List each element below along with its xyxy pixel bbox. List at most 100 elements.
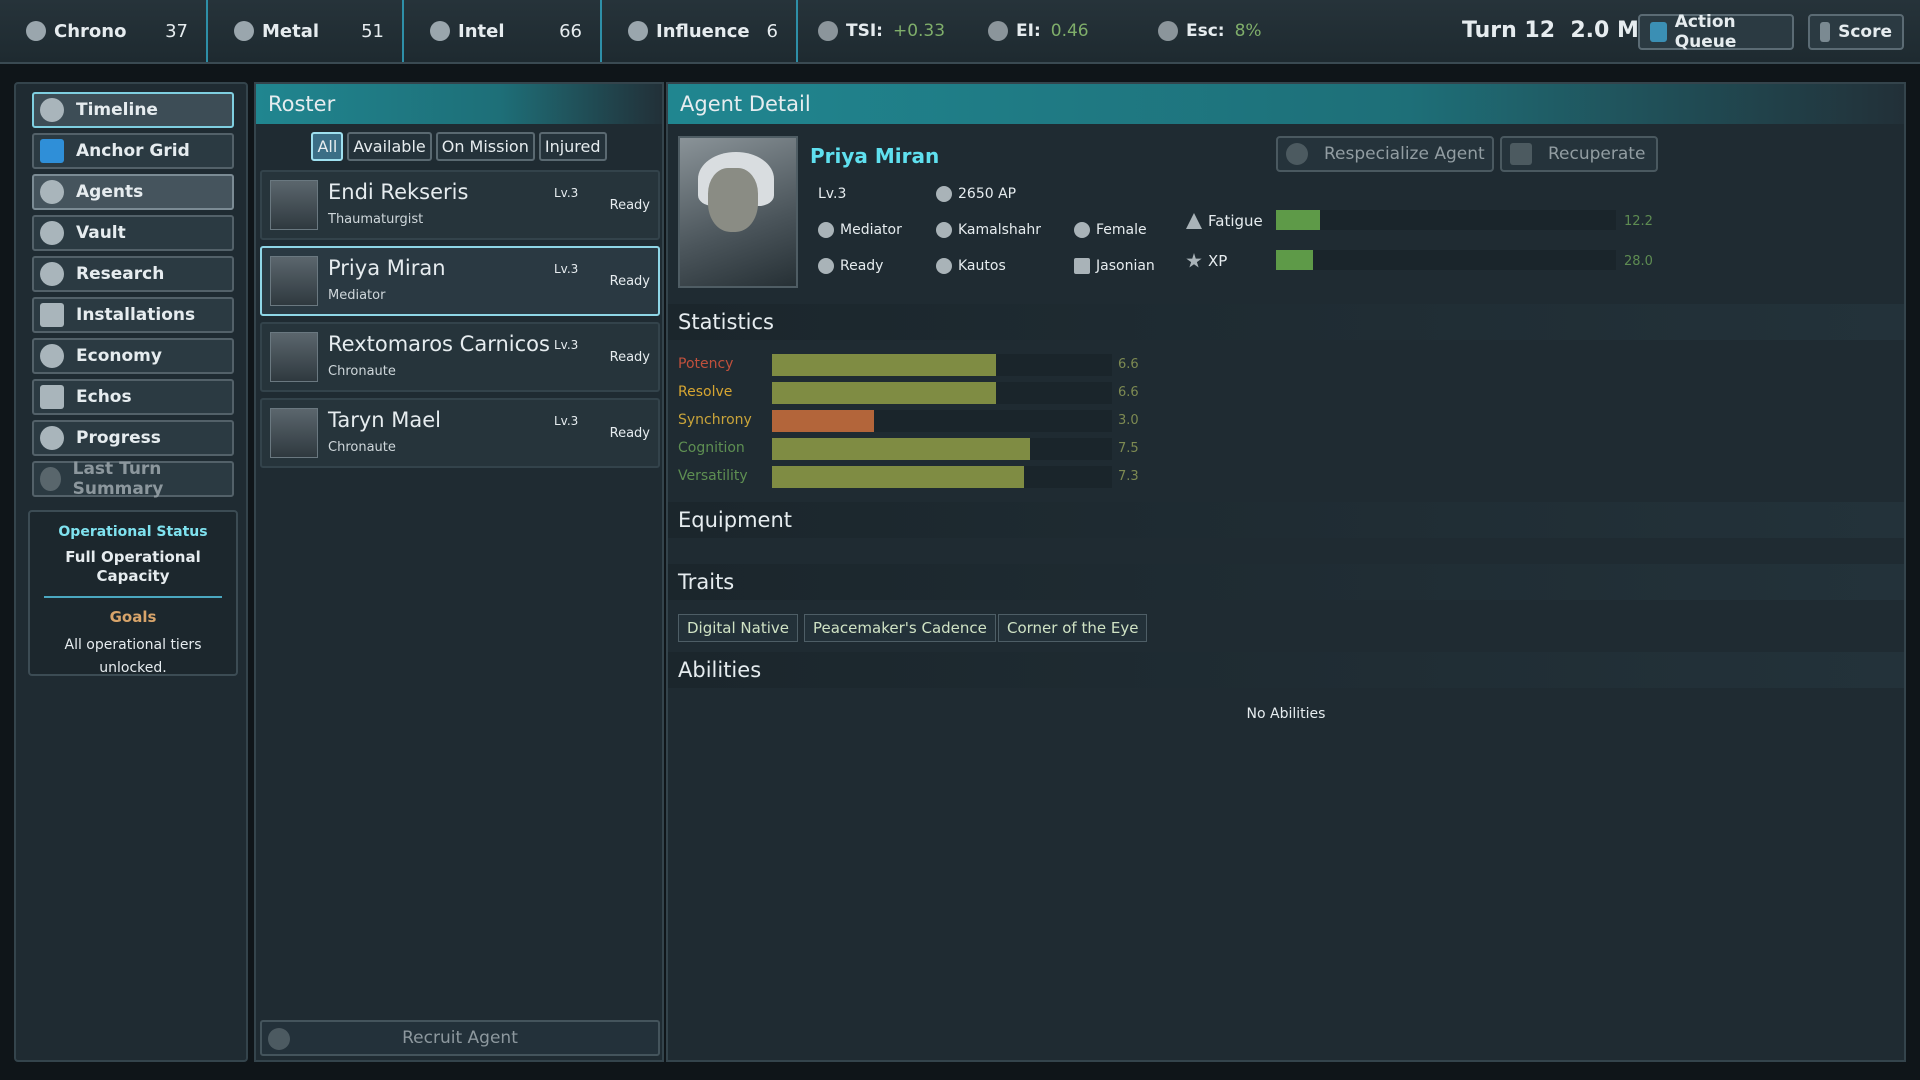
agent-name: Endi Rekseris <box>328 180 469 204</box>
resource-chrono: Chrono 37 <box>0 0 208 62</box>
action-queue-button[interactable]: Action Queue <box>1638 12 1794 52</box>
stat-esc: Esc: 8% <box>1158 21 1308 41</box>
star-icon <box>1186 253 1202 268</box>
filter-injured[interactable]: Injured <box>538 132 607 161</box>
clock-icon <box>1158 21 1178 41</box>
agent-status: Ready <box>609 274 650 289</box>
gender-icon <box>1074 222 1090 238</box>
trait-digital-native[interactable]: Digital Native <box>678 614 798 642</box>
stat-value: 3.0 <box>1118 413 1139 428</box>
agent-portrait <box>270 180 318 230</box>
no-abilities-text: No Abilities <box>1246 706 1326 722</box>
agent-card-priya[interactable]: Priya Miran Mediator Lv.3 Ready <box>260 246 660 316</box>
resource-metal: Metal 51 <box>208 0 404 62</box>
agent-home: Kautos <box>936 258 1006 274</box>
filter-on-mission[interactable]: On Mission <box>435 132 535 161</box>
stat-bar <box>772 438 1112 460</box>
hourglass-icon <box>818 258 834 274</box>
warning-icon <box>1186 213 1202 229</box>
nav-vault[interactable]: Vault <box>32 215 234 251</box>
nav-agents[interactable]: Agents <box>32 174 234 210</box>
trait-peacemakers-cadence[interactable]: Peacemaker's Cadence <box>804 614 996 642</box>
goals-text: All operational tiers unlocked. <box>64 637 202 676</box>
agent-portrait <box>270 256 318 306</box>
stat-bar <box>772 382 1112 404</box>
nav-timeline[interactable]: Timeline <box>32 92 234 128</box>
nav-installations[interactable]: Installations <box>32 297 234 333</box>
resource-intel: Intel 66 <box>404 0 602 62</box>
refresh-icon <box>40 467 61 491</box>
agent-class: Chronaute <box>328 440 396 455</box>
agent-class: Thaumaturgist <box>328 212 424 227</box>
vault-icon <box>40 221 64 245</box>
agent-name: Priya Miran <box>328 256 446 280</box>
intel-icon <box>430 21 450 41</box>
stat-ei: EI: 0.46 <box>988 21 1138 41</box>
mediator-icon <box>818 222 834 238</box>
influence-icon <box>628 21 648 41</box>
operational-status-value: Full Operational Capacity <box>65 548 201 585</box>
recuperate-button[interactable]: Recuperate <box>1500 136 1658 172</box>
waves-icon <box>40 385 64 409</box>
turn-info: Turn 12 2.0 MY <box>1462 18 1655 43</box>
agent-status: Ready <box>609 350 650 365</box>
agent-level: Lv.3 <box>818 186 847 202</box>
roster-panel: Roster All Available On Mission Injured … <box>254 82 664 1062</box>
agent-detail-panel: Agent Detail Priya Miran Lv.3 2650 AP Me… <box>666 82 1906 1062</box>
agent-name: Priya Miran <box>810 144 940 168</box>
agent-name: Rextomaros Carnicos <box>328 332 550 356</box>
back-arrow-icon <box>40 98 64 122</box>
goals-title: Goals <box>109 608 157 626</box>
left-nav: Timeline Anchor Grid Agents Vault Resear… <box>14 82 248 1062</box>
respecialize-agent-button[interactable]: Respecialize Agent <box>1276 136 1494 172</box>
agent-card-taryn[interactable]: Taryn Mael Chronaute Lv.3 Ready <box>260 398 660 468</box>
agent-status: Ready <box>609 198 650 213</box>
stat-bar-fill <box>772 438 1031 460</box>
agent-level: Lv.3 <box>554 414 579 428</box>
agent-status: Ready <box>609 426 650 441</box>
stat-value: 6.6 <box>1118 357 1139 372</box>
nav-anchor-grid[interactable]: Anchor Grid <box>32 133 234 169</box>
filter-all[interactable]: All <box>311 132 344 161</box>
trait-corner-of-the-eye[interactable]: Corner of the Eye <box>998 614 1148 642</box>
xp-meter <box>1276 250 1616 270</box>
operational-status-title: Operational Status <box>58 524 208 540</box>
stat-value: 7.5 <box>1118 441 1139 456</box>
agent-icon <box>40 180 64 204</box>
stat-tsi: TSI: +0.33 <box>818 21 968 41</box>
agent-portrait <box>270 332 318 382</box>
ap-icon <box>936 186 952 202</box>
chrono-icon <box>26 21 46 41</box>
agent-level: Lv.3 <box>554 186 579 200</box>
stat-label: Potency <box>678 356 734 372</box>
agent-detail-title: Agent Detail <box>668 84 1904 124</box>
agent-card-rextomaros[interactable]: Rextomaros Carnicos Chronaute Lv.3 Ready <box>260 322 660 392</box>
balance-icon <box>818 21 838 41</box>
agent-portrait-large <box>678 136 798 288</box>
flask-icon <box>40 262 64 286</box>
check-icon <box>40 426 64 450</box>
queue-icon <box>1650 22 1667 42</box>
nav-research[interactable]: Research <box>32 256 234 292</box>
stat-label: Resolve <box>678 384 733 400</box>
abilities-header: Abilities <box>668 652 1904 688</box>
agent-ap: 2650 AP <box>936 186 1016 202</box>
nav-echos[interactable]: Echos <box>32 379 234 415</box>
score-button[interactable]: Score <box>1808 14 1904 50</box>
filter-available[interactable]: Available <box>347 132 432 161</box>
hourglass-icon <box>1510 143 1532 165</box>
stat-bar-fill <box>772 410 874 432</box>
xp-label: XP <box>1186 252 1227 270</box>
nav-progress[interactable]: Progress <box>32 420 234 456</box>
nav-last-turn-summary[interactable]: Last Turn Summary <box>32 459 234 499</box>
globe-icon <box>936 258 952 274</box>
roster-title: Roster <box>256 84 662 124</box>
nav-economy[interactable]: Economy <box>32 338 234 374</box>
agent-origin: Kamalshahr <box>936 222 1041 238</box>
building-icon <box>40 303 64 327</box>
stat-bar <box>772 466 1112 488</box>
recruit-agent-button[interactable]: Recruit Agent <box>260 1020 660 1056</box>
agent-card-endi[interactable]: Endi Rekseris Thaumaturgist Lv.3 Ready <box>260 170 660 240</box>
crystal-icon <box>40 139 64 163</box>
agent-level: Lv.3 <box>554 262 579 276</box>
